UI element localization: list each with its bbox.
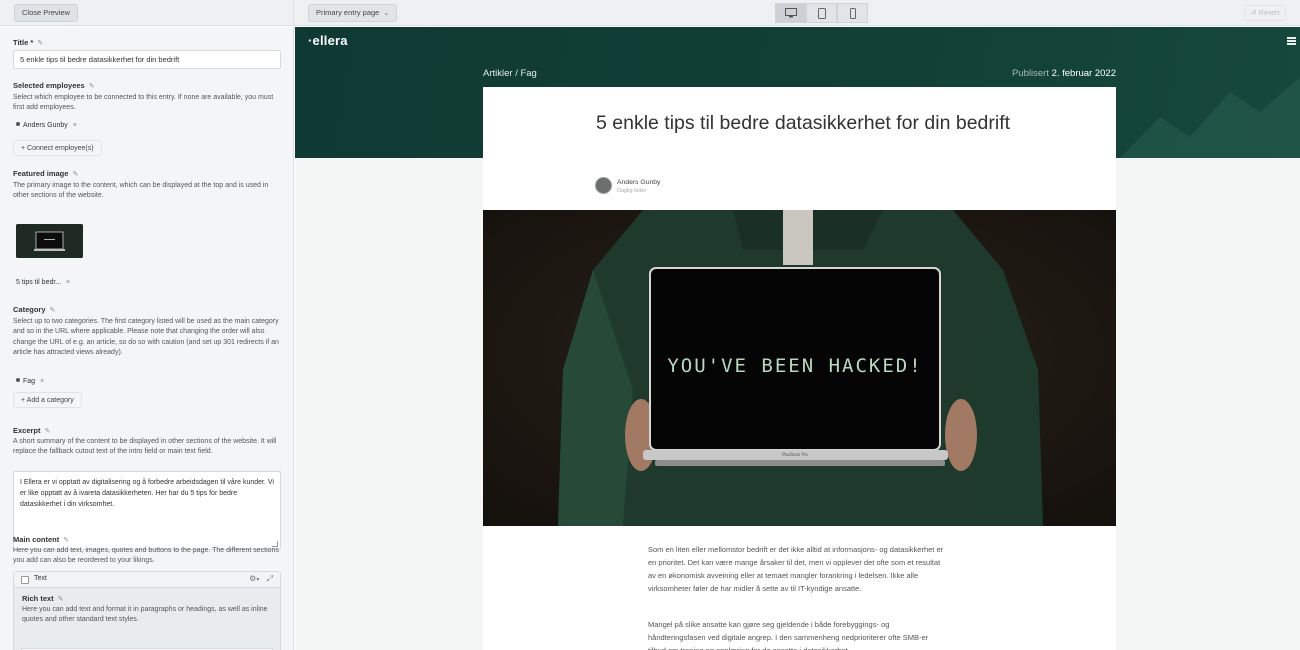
author-name[interactable]: Anders Gunby bbox=[617, 179, 660, 186]
excerpt-label: Excerpt ✎ bbox=[13, 426, 51, 435]
entry-page-dropdown[interactable]: Primary entry page ⌄ bbox=[308, 4, 398, 22]
hero-image: YOU'VE BEEN HACKED! MacBook Pro bbox=[483, 210, 1116, 526]
employee-tag: Anders Gunby × bbox=[16, 122, 77, 129]
employees-field-label: Selected employees ✎ bbox=[13, 81, 95, 90]
svg-text:MacBook Pro: MacBook Pro bbox=[782, 452, 808, 457]
excerpt-text: I Ellera er vi opptatt av digitalisering… bbox=[20, 479, 274, 509]
add-category-button[interactable]: + Add a category bbox=[13, 392, 82, 408]
chevron-down-icon[interactable]: ▾ bbox=[256, 577, 259, 583]
article-paragraph: Som en liten eller mellomstor bedrift er… bbox=[648, 545, 944, 593]
featured-image-filename: 5 tips til bedr... × bbox=[16, 279, 71, 286]
pencil-icon[interactable]: ✎ bbox=[45, 428, 51, 435]
excerpt-help: A short summary of the content to be dis… bbox=[13, 438, 277, 456]
move-icon[interactable]: ⤢ bbox=[267, 574, 273, 583]
menu-icon[interactable] bbox=[1287, 37, 1296, 45]
category-help: Select up to two categories. The first c… bbox=[13, 318, 279, 357]
desktop-view-button[interactable] bbox=[775, 3, 806, 23]
remove-icon[interactable]: × bbox=[73, 122, 77, 129]
connect-employee-button[interactable]: + Connect employee(s) bbox=[13, 140, 102, 156]
article-paragraph: Mangel på slike ansatte kan gjøre seg gj… bbox=[648, 620, 929, 650]
thumbnail-image bbox=[16, 224, 83, 258]
pencil-icon[interactable]: ✎ bbox=[37, 40, 43, 47]
remove-icon[interactable]: × bbox=[66, 279, 70, 286]
tablet-view-button[interactable] bbox=[806, 3, 837, 23]
category-label: Category ✎ bbox=[13, 305, 56, 314]
published-date-value: 2. februar 2022 bbox=[1051, 68, 1116, 79]
avatar bbox=[595, 177, 612, 194]
top-bar: Close Preview Primary entry page ⌄ ↺ Reve… bbox=[0, 0, 1300, 26]
drag-handle-icon[interactable] bbox=[16, 378, 20, 382]
title-field-label: Title * ✎ bbox=[13, 38, 44, 47]
published-date: Publisert 2. februar 2022 bbox=[1012, 68, 1116, 79]
page-preview: ·ellera Artikler / Fag Publisert 2. febr… bbox=[295, 27, 1300, 650]
article-card: 5 enkle tips til bedre datasikkerhet for… bbox=[483, 87, 1116, 650]
entry-page-dropdown-label: Primary entry page bbox=[316, 8, 380, 17]
hacked-laptop-photo: YOU'VE BEEN HACKED! MacBook Pro bbox=[483, 210, 1116, 526]
close-preview-button[interactable]: Close Preview bbox=[14, 4, 78, 22]
rich-text-help: Here you can add text and format it in p… bbox=[22, 606, 268, 624]
pencil-icon[interactable]: ✎ bbox=[72, 171, 78, 178]
featured-image-help: The primary image to the content, which … bbox=[13, 182, 269, 200]
pencil-icon[interactable]: ✎ bbox=[50, 307, 56, 314]
mobile-view-button[interactable] bbox=[837, 3, 868, 23]
published-label: Publisert bbox=[1011, 68, 1049, 79]
breadcrumb[interactable]: Artikler / Fag bbox=[483, 68, 537, 79]
featured-image-label: Featured image ✎ bbox=[13, 169, 79, 178]
tablet-icon bbox=[817, 7, 826, 19]
block-select-checkbox[interactable] bbox=[21, 576, 29, 584]
pencil-icon[interactable]: ✎ bbox=[63, 537, 69, 544]
remove-icon[interactable]: × bbox=[40, 378, 44, 385]
article-title: 5 enkle tips til bedre datasikkerhet for… bbox=[596, 112, 1011, 134]
block-tools: ⚙▾ ⤢ bbox=[249, 574, 273, 584]
hacked-text: YOU'VE BEEN HACKED! bbox=[667, 355, 922, 377]
category-tag: Fag × bbox=[16, 378, 44, 385]
text-block-header: Text ⚙▾ ⤢ bbox=[14, 572, 280, 588]
revert-button[interactable]: ↺ Revert bbox=[1244, 5, 1287, 21]
block-title: Text bbox=[34, 575, 47, 582]
main-content-help: Here you can add text, images, quotes an… bbox=[13, 547, 279, 565]
editor-panel: Title * ✎ 5 enkle tips til bedre datasikk… bbox=[0, 27, 294, 650]
author-role: Daglig leder bbox=[617, 188, 647, 194]
desktop-icon bbox=[784, 8, 797, 18]
drag-handle-icon[interactable] bbox=[16, 122, 20, 126]
top-bar-left-segment: Close Preview bbox=[0, 0, 294, 26]
main-content-label: Main content ✎ bbox=[13, 535, 70, 544]
employees-help: Select which employee to be connected to… bbox=[13, 94, 274, 112]
mobile-icon bbox=[849, 7, 856, 19]
chevron-down-icon: ⌄ bbox=[383, 10, 390, 17]
pencil-icon[interactable]: ✎ bbox=[89, 83, 95, 90]
text-block: Text ⚙▾ ⤢ Rich text ✎ Here you can add te… bbox=[13, 571, 281, 650]
pencil-icon[interactable]: ✎ bbox=[58, 596, 64, 603]
rich-text-label: Rich text ✎ bbox=[22, 594, 64, 603]
device-switcher bbox=[775, 3, 868, 23]
mountain-decoration bbox=[1120, 77, 1300, 158]
title-input[interactable]: 5 enkle tips til bedre datasikkerhet for… bbox=[13, 50, 281, 69]
featured-image-thumbnail[interactable] bbox=[16, 224, 83, 258]
site-logo[interactable]: ·ellera bbox=[308, 33, 348, 48]
